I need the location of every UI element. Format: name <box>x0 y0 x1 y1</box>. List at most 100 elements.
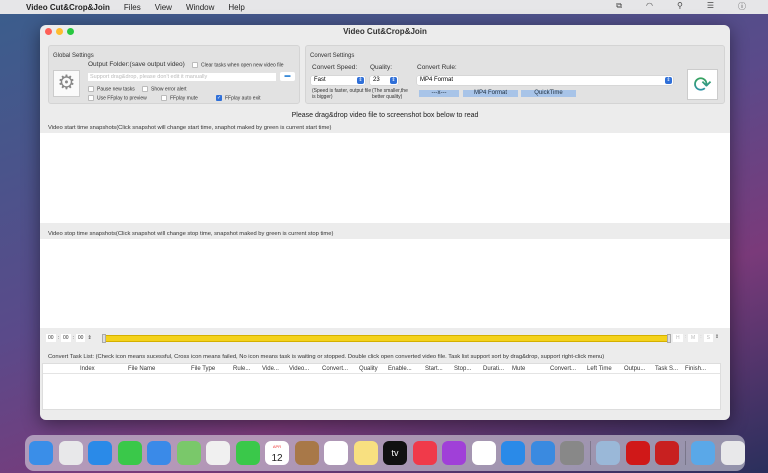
column-header[interactable]: Enable... <box>388 366 412 372</box>
preset-quicktime-button[interactable]: QuickTime <box>521 90 576 97</box>
stop-handle[interactable] <box>667 334 671 343</box>
wifi-icon[interactable]: ◠ <box>646 1 653 12</box>
dock-safari-icon[interactable] <box>88 441 112 465</box>
dock-tv-icon[interactable]: tv <box>383 441 407 465</box>
column-header[interactable]: Quality <box>359 366 378 372</box>
column-header[interactable]: Task S... <box>655 366 678 372</box>
stepper-icon: ⇕ <box>87 335 92 341</box>
menu-view[interactable]: View <box>155 3 172 12</box>
dock-trash-icon[interactable] <box>720 441 745 465</box>
column-header[interactable]: Index <box>80 366 95 372</box>
menu-help[interactable]: Help <box>228 3 244 12</box>
drop-hint: Please drag&drop video file to screensho… <box>291 112 479 119</box>
column-header[interactable]: Start... <box>425 366 443 372</box>
convert-refresh-button[interactable]: ⟳ <box>687 69 718 100</box>
task-list-table[interactable]: Index File Name File Type Rule... Vide... Vid… <box>42 363 721 410</box>
column-header[interactable]: File Type <box>191 366 215 372</box>
start-second[interactable]: 00 <box>75 334 86 342</box>
dock-mail-icon[interactable] <box>147 441 171 465</box>
control-center-icon[interactable]: ☰ <box>707 1 714 12</box>
end-time-stepper[interactable]: H: M: S ⇕ <box>673 334 719 342</box>
user-icon[interactable]: ⓘ <box>738 1 746 12</box>
dock-finder-icon[interactable] <box>29 441 53 465</box>
show-error-alert-checkbox[interactable]: Show error alert <box>142 86 187 92</box>
close-button[interactable] <box>45 28 52 35</box>
dock-contacts-icon[interactable] <box>294 441 319 465</box>
chevron-updown-icon: ⇕ <box>357 77 364 84</box>
settings-gear-button[interactable]: ⚙ <box>53 70 80 97</box>
output-folder-input[interactable]: Support drag&drop, please don't edit it … <box>88 73 276 81</box>
start-minute[interactable]: 00 <box>60 334 71 342</box>
column-header[interactable]: Convert... <box>322 366 348 372</box>
dock-downloads-icon[interactable] <box>691 441 715 465</box>
column-header[interactable]: Stop... <box>454 366 471 372</box>
dock-altitude-icon[interactable] <box>530 441 555 465</box>
task-list-label: Convert Task List: (Check icon means suc… <box>48 354 605 360</box>
start-snapshots-area[interactable] <box>40 133 730 223</box>
column-header[interactable]: Video... <box>289 366 309 372</box>
ffplay-mute-checkbox[interactable]: FFplay mute <box>161 95 198 101</box>
menu-bar: Video Cut&Crop&Join Files View Window He… <box>0 0 768 14</box>
column-header[interactable]: Left Time <box>587 366 612 372</box>
screen-mirror-icon[interactable]: ⧉ <box>616 1 622 12</box>
preset-mp4-button[interactable]: MP4 Format <box>463 90 518 97</box>
refresh-icon: ⟳ <box>693 72 712 97</box>
dock-video-cut-crop-join-icon[interactable] <box>655 441 679 465</box>
window-title: Video Cut&Crop&Join <box>343 27 427 36</box>
pause-new-tasks-checkbox[interactable]: Pause new tasks <box>88 86 135 92</box>
start-time-stepper[interactable]: 00: 00: 00 ⇕ <box>46 334 92 342</box>
convert-speed-select[interactable]: Fast ⇕ <box>311 76 365 85</box>
dock-news-icon[interactable] <box>471 441 496 465</box>
column-header[interactable]: Finish... <box>685 366 706 372</box>
menu-files[interactable]: Files <box>124 3 141 12</box>
dock-notes-icon[interactable] <box>353 441 378 465</box>
spotlight-icon[interactable]: ⚲ <box>677 1 683 12</box>
menu-app-name[interactable]: Video Cut&Crop&Join <box>26 3 110 12</box>
column-header[interactable]: Rule... <box>233 366 250 372</box>
chevron-updown-icon: ⇕ <box>390 77 397 84</box>
time-range-slider[interactable] <box>102 334 671 343</box>
convert-speed-label: Convert Speed: <box>312 64 358 71</box>
title-bar: Video Cut&Crop&Join <box>40 25 730 39</box>
dock-separator <box>684 441 686 465</box>
dock-app-store-icon[interactable] <box>501 441 525 465</box>
dock-separator <box>589 441 591 465</box>
menu-window[interactable]: Window <box>186 3 214 12</box>
minimize-button[interactable] <box>56 28 63 35</box>
start-handle[interactable] <box>102 334 106 343</box>
dock-facetime-icon[interactable] <box>235 441 260 465</box>
column-header[interactable]: Mute <box>512 366 525 372</box>
dock-reminders-icon[interactable] <box>324 441 348 465</box>
column-header[interactable]: Vide... <box>262 366 279 372</box>
stop-snapshots-area[interactable] <box>40 239 730 328</box>
convert-settings-panel: Convert Settings Convert Speed: Fast ⇕ (S… <box>305 45 725 104</box>
dock-calendar-icon[interactable]: APR 12 <box>265 441 289 465</box>
quality-label: Quality: <box>370 64 393 71</box>
dock-maps-icon[interactable] <box>176 441 201 465</box>
output-folder-label: Output Folder:(save output video) <box>88 61 185 68</box>
dock-system-preferences-icon[interactable] <box>560 441 584 465</box>
dock-preview-icon[interactable] <box>596 441 620 465</box>
start-hour[interactable]: 00 <box>46 334 56 342</box>
convert-rule-select[interactable]: MP4 Format ⇕ <box>417 76 673 85</box>
column-header[interactable]: Durati... <box>483 366 504 372</box>
dock-stethoscope-app-icon[interactable] <box>625 441 650 465</box>
convert-rule-label: Convert Rule: <box>417 64 457 71</box>
preset-none-button[interactable]: ---x--- <box>419 90 459 97</box>
stop-snapshots-label: Video stop time snapshots(Click snapshot… <box>48 231 334 237</box>
dock-podcasts-icon[interactable] <box>442 441 466 465</box>
quality-select[interactable]: 23 ⇕ <box>370 76 398 85</box>
column-header[interactable]: Convert... <box>550 366 576 372</box>
use-ffplay-checkbox[interactable]: Use FFplay to preview <box>88 95 147 101</box>
clear-tasks-checkbox[interactable]: Clear tasks when open new video file <box>192 62 284 68</box>
dock-music-icon[interactable] <box>412 441 437 465</box>
dock-photos-icon[interactable] <box>206 441 230 465</box>
global-settings-panel: Global Settings ⚙ Output Folder:(save ou… <box>48 45 300 104</box>
ffplay-auto-exit-checkbox[interactable]: ✓ FFplay auto exit <box>216 95 261 101</box>
column-header[interactable]: File Name <box>128 366 155 372</box>
column-header[interactable]: Outpu... <box>624 366 645 372</box>
dock-messages-icon[interactable] <box>117 441 142 465</box>
dock-launchpad-icon[interactable] <box>58 441 83 465</box>
folder-browse-button[interactable]: ▬ <box>280 72 295 81</box>
zoom-button[interactable] <box>67 28 74 35</box>
